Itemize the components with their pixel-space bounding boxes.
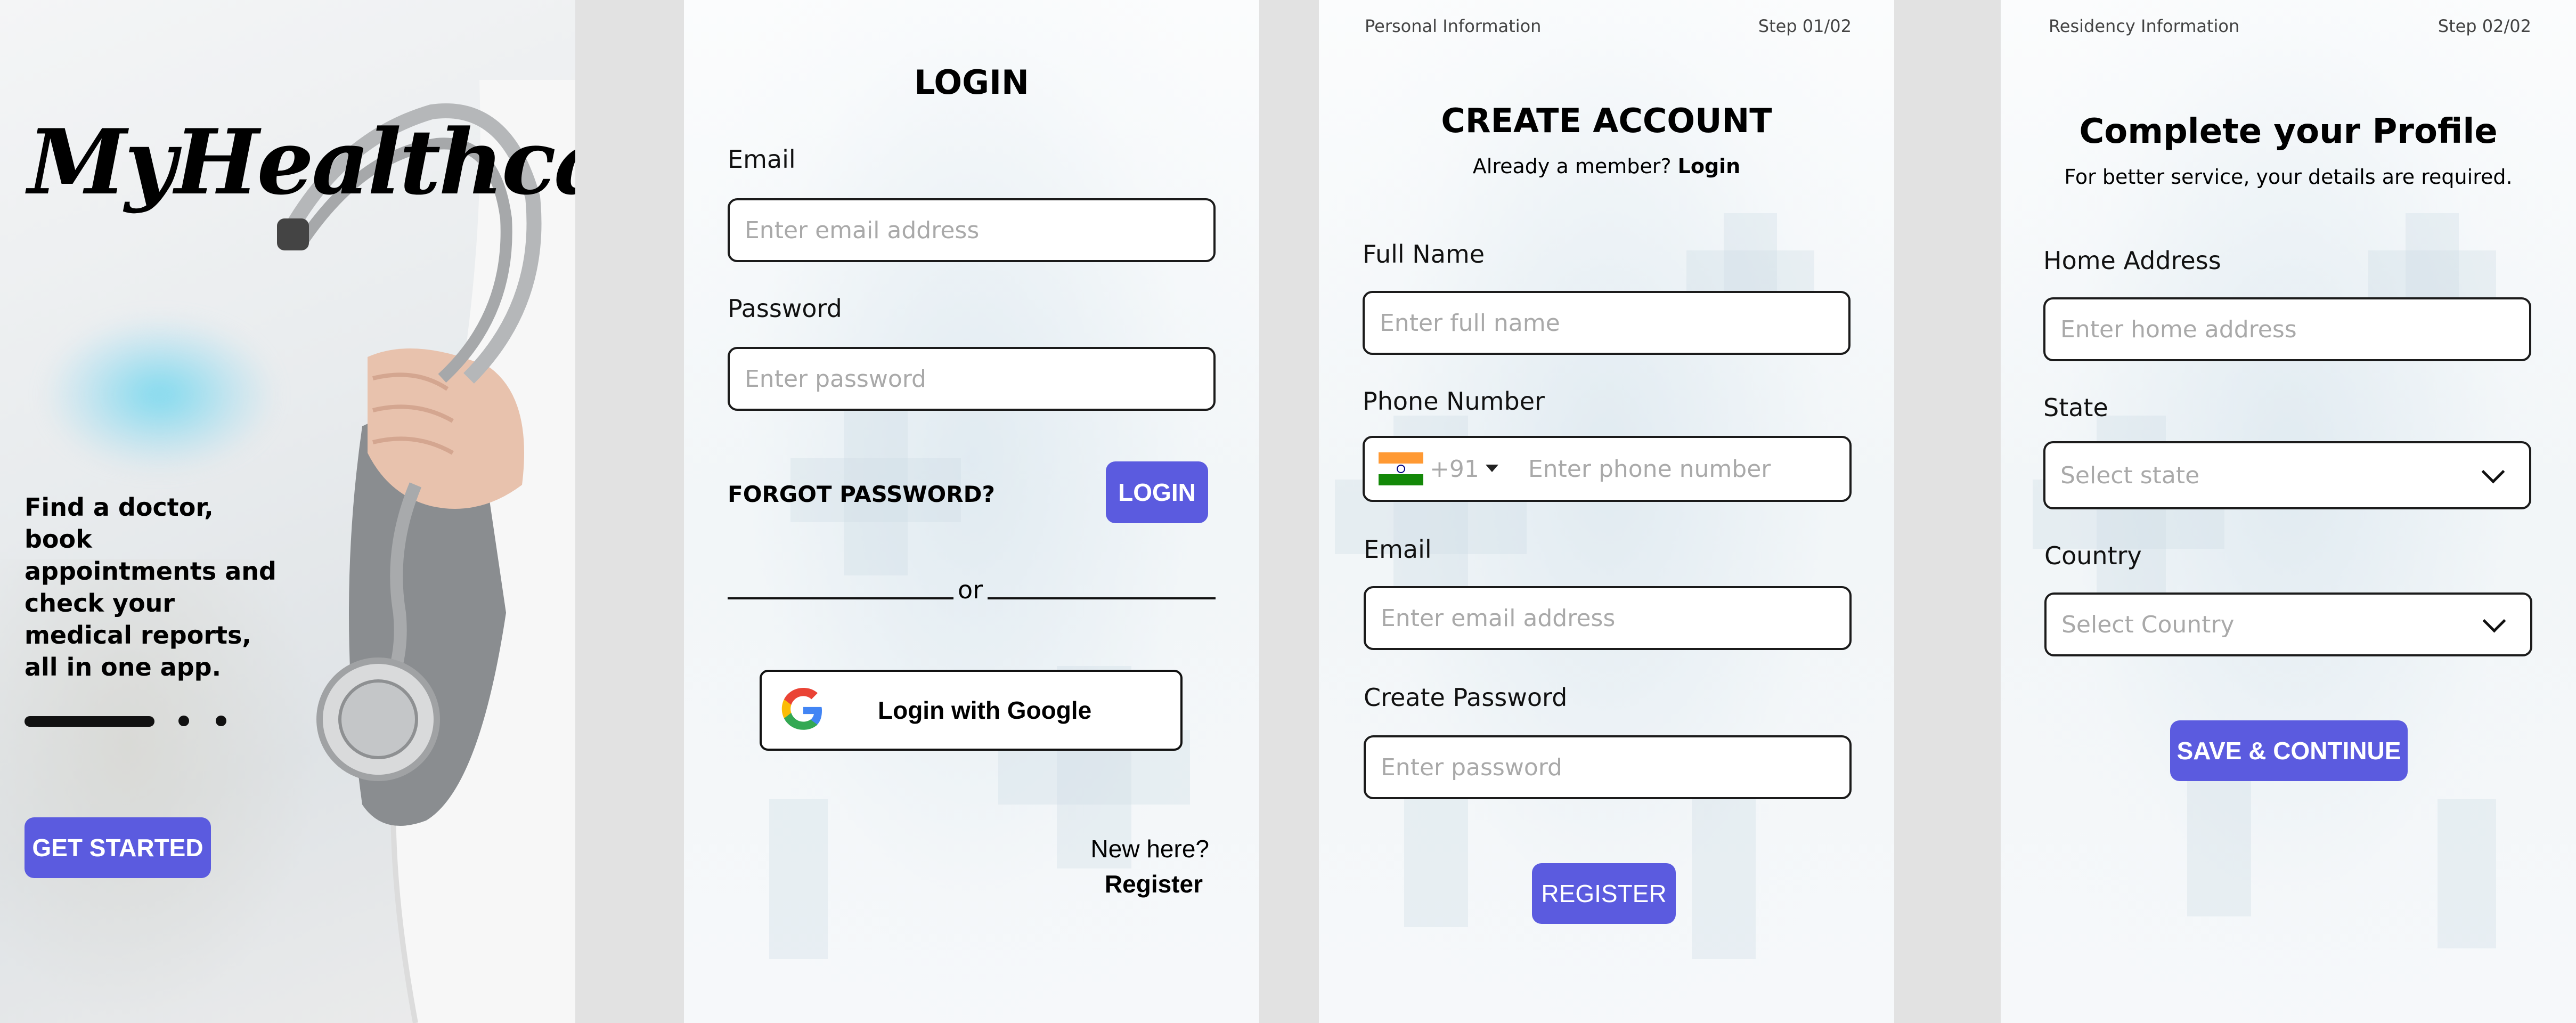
splash-screen: MyHealthcare Find a doctor, book appoint… [0, 0, 575, 1023]
email-placeholder: Enter email address [1381, 604, 1616, 632]
save-continue-button[interactable]: SAVE & CONTINUE [2170, 720, 2408, 781]
divider-line [988, 597, 1216, 599]
pager-dot [178, 716, 189, 726]
state-placeholder: Select state [2060, 461, 2200, 489]
chevron-down-icon [2482, 609, 2506, 632]
state-label: State [2043, 393, 2108, 422]
phone-field[interactable]: +91 Enter phone number [1363, 436, 1852, 502]
caret-down-icon [1485, 465, 1498, 472]
step-indicator: Step 02/02 [2438, 16, 2531, 36]
phone-placeholder: Enter phone number [1528, 455, 1771, 483]
email-field[interactable]: Enter email address [1364, 586, 1852, 650]
home-address-label: Home Address [2043, 246, 2221, 275]
complete-profile-screen: Residency Information Step 02/02 Complet… [2001, 0, 2576, 1023]
email-label: Email [728, 145, 796, 174]
already-member-text: Already a member? [1472, 155, 1672, 178]
chevron-down-icon [2481, 460, 2505, 483]
country-code: +91 [1430, 455, 1479, 483]
password-label: Password [728, 294, 842, 323]
google-icon [781, 688, 822, 730]
home-address-placeholder: Enter home address [2060, 315, 2297, 343]
app-logo: MyHealthcare [28, 109, 575, 215]
password-placeholder: Enter password [1381, 753, 1562, 781]
new-here-text: New here? [1090, 835, 1209, 863]
get-started-button[interactable]: GET STARTED [25, 817, 211, 878]
password-field[interactable]: Enter password [728, 347, 1216, 411]
country-placeholder: Select Country [2061, 611, 2235, 638]
country-label: Country [2044, 541, 2142, 570]
already-member: Already a member? Login [1319, 155, 1894, 178]
page-title: LOGIN [914, 63, 1029, 102]
google-button-label: Login with Google [878, 696, 1092, 724]
india-flag-icon [1379, 452, 1423, 485]
tagline: Find a doctor, book appointments and che… [25, 493, 276, 681]
google-login-button[interactable]: Login with Google [760, 670, 1183, 751]
email-field[interactable]: Enter email address [728, 198, 1216, 262]
blurred-background [48, 320, 272, 469]
stethoscope-image [277, 80, 575, 1023]
register-button[interactable]: REGISTER [1532, 863, 1676, 924]
page-title: Complete your Profile [2079, 112, 2498, 151]
country-code-select[interactable]: +91 [1379, 452, 1498, 485]
pager-dot [216, 716, 226, 726]
divider-text: or [958, 575, 983, 604]
email-placeholder: Enter email address [745, 216, 980, 244]
login-screen: LOGIN Email Enter email address Password… [684, 0, 1259, 1023]
create-account-screen: Personal Information Step 01/02 CREATE A… [1319, 0, 1894, 1023]
register-link[interactable]: Register [1105, 870, 1203, 898]
full-name-label: Full Name [1363, 240, 1485, 269]
page-subtitle: For better service, your details are req… [2064, 165, 2513, 189]
divider-line [728, 597, 953, 599]
login-link[interactable]: Login [1678, 155, 1741, 178]
home-address-field[interactable]: Enter home address [2043, 297, 2531, 361]
login-button[interactable]: LOGIN [1106, 461, 1208, 523]
country-select[interactable]: Select Country [2044, 592, 2532, 656]
step-indicator: Step 01/02 [1758, 16, 1852, 36]
section-label: Personal Information [1365, 16, 1542, 36]
password-field[interactable]: Enter password [1364, 735, 1852, 799]
page-title: CREATE ACCOUNT [1441, 101, 1772, 140]
email-label: Email [1364, 535, 1432, 564]
phone-label: Phone Number [1363, 387, 1545, 416]
password-placeholder: Enter password [745, 365, 926, 393]
password-label: Create Password [1364, 683, 1568, 712]
section-label: Residency Information [2049, 16, 2240, 36]
full-name-placeholder: Enter full name [1380, 309, 1560, 337]
state-select[interactable]: Select state [2043, 441, 2531, 509]
pager-active [25, 716, 154, 727]
full-name-field[interactable]: Enter full name [1363, 291, 1851, 355]
forgot-password-link[interactable]: FORGOT PASSWORD? [728, 481, 995, 507]
